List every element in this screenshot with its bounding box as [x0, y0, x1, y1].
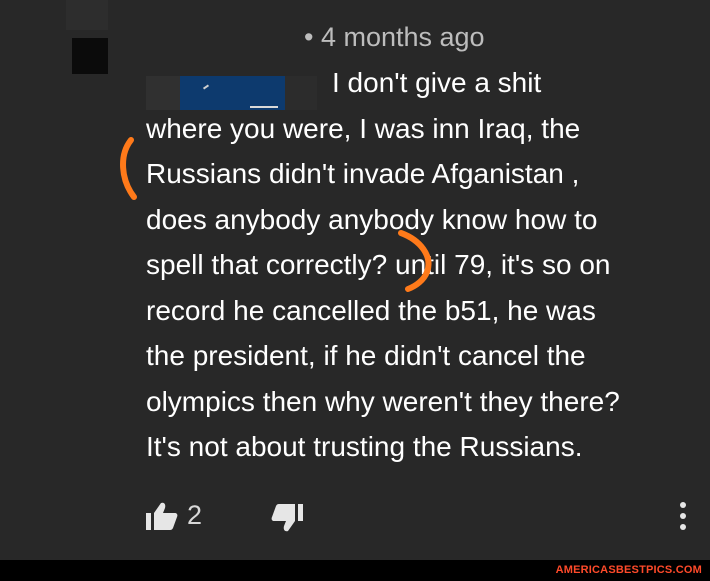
vertical-ellipsis-icon[interactable] — [673, 500, 693, 534]
comment-line: where you were, I was inn Iraq, the — [146, 112, 581, 144]
comment-line: record he cancelled the b51, he was — [146, 294, 596, 326]
comment-line: Russians didn't invade Afganistan , — [146, 158, 580, 189]
watermark-text: AMERICASBESTPICS.COM — [555, 564, 702, 576]
comment-line: olympics then why weren't they there? — [146, 385, 620, 417]
avatar[interactable] — [72, 38, 108, 74]
comment-body: I don't give a shit where you were, I wa… — [146, 60, 706, 470]
comment-line: does anybody anybody know how to — [146, 203, 598, 235]
watermark-bar: AMERICASBESTPICS.COM — [0, 560, 710, 581]
comment-line: I don't give a shit — [332, 67, 542, 98]
comment-line: It's not about trusting the Russians. — [146, 431, 583, 462]
header-shadow — [66, 0, 108, 30]
thumbs-up-icon[interactable] — [145, 501, 179, 531]
comment-line: spell that correctly? until 79, it's so … — [146, 249, 611, 280]
annotation-parenthesis — [120, 137, 137, 200]
comment-line: the president, if he didn't cancel the — [146, 340, 586, 371]
like-count: 2 — [187, 500, 203, 530]
thumbs-down-icon[interactable] — [270, 503, 304, 533]
comment-timestamp: • 4 months ago — [304, 22, 485, 52]
comment-actions: 2 — [0, 500, 710, 536]
